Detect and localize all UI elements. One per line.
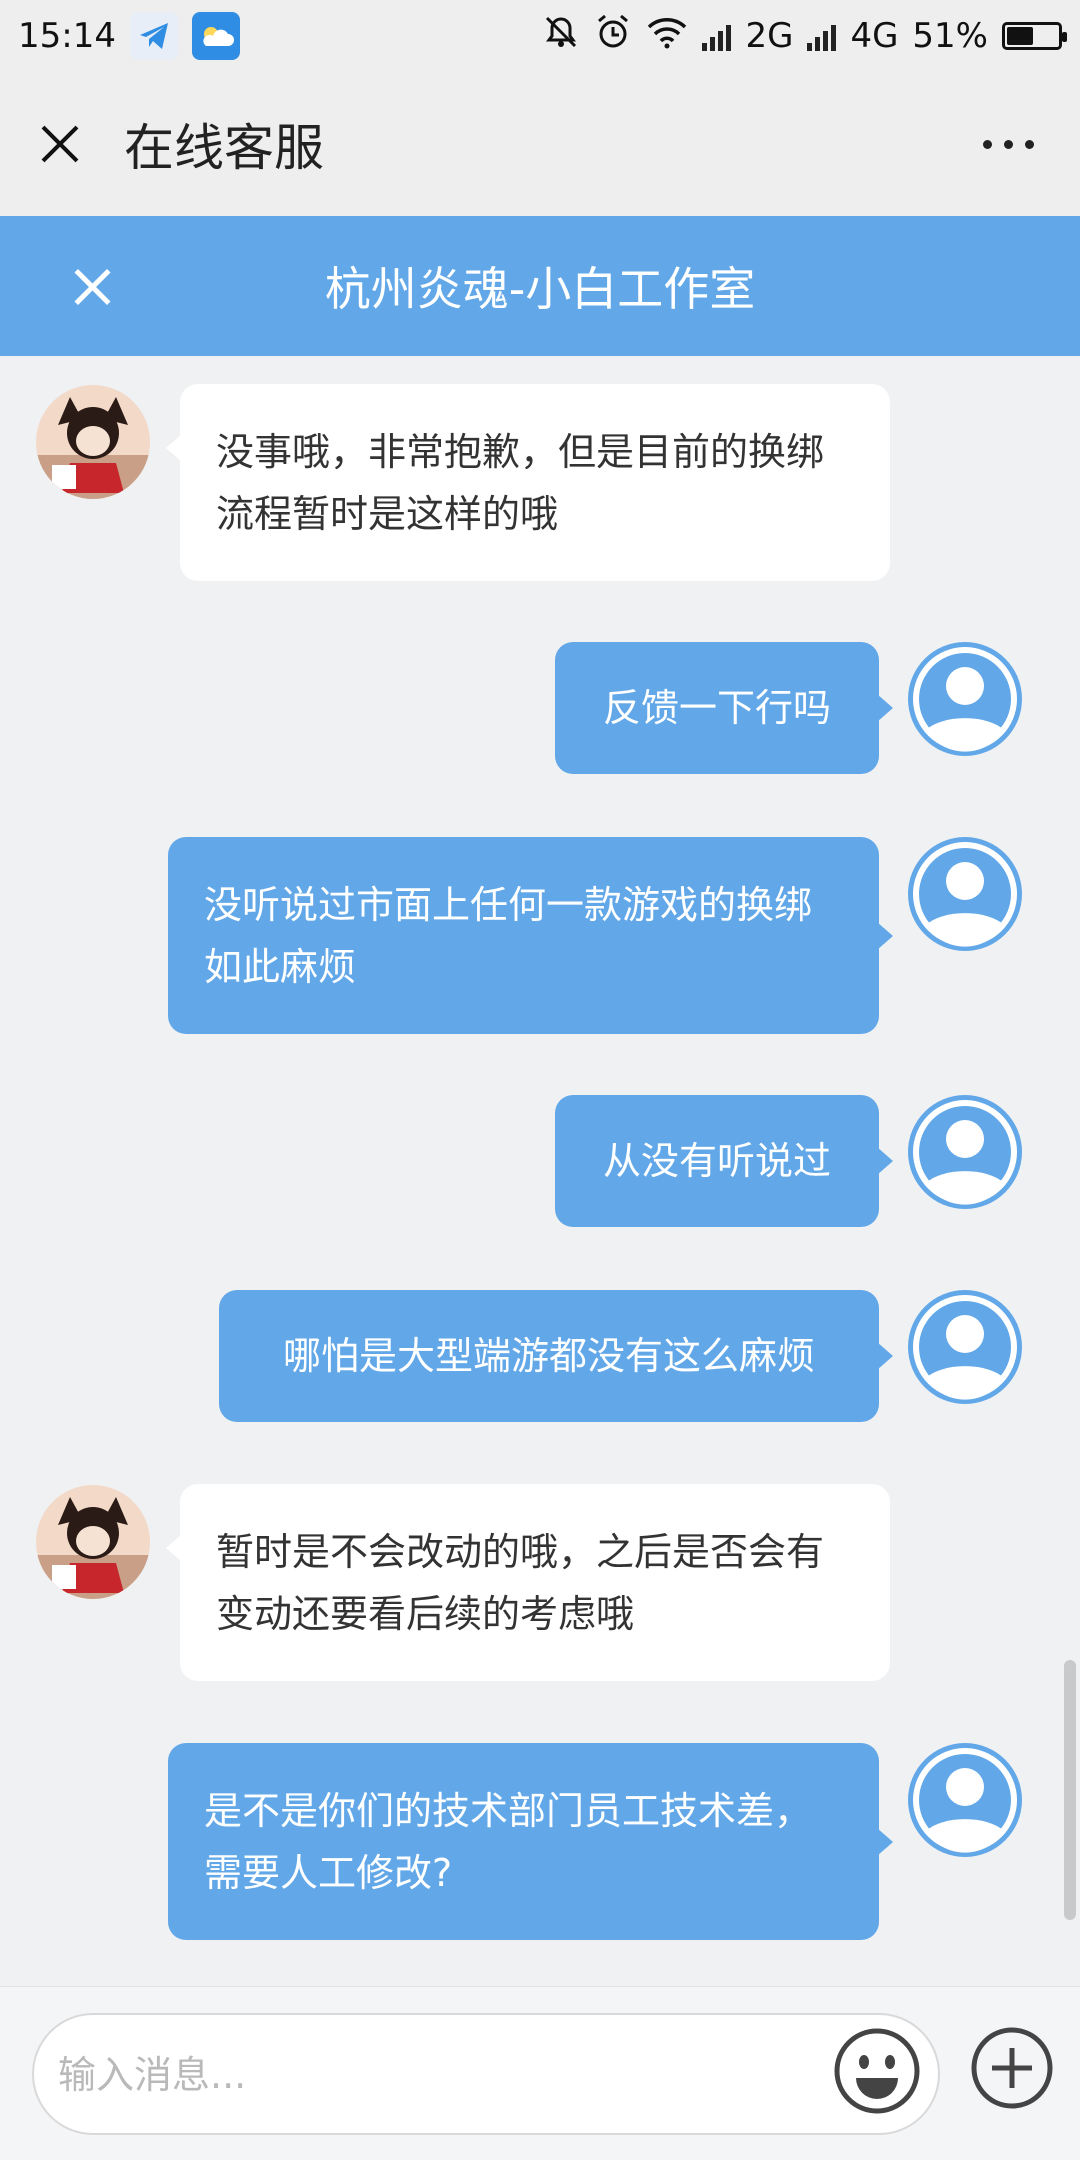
message-list[interactable]: 没事哦，非常抱歉，但是目前的换绑流程暂时是这样的哦 反馈一下行吗 没听说过市面上…	[0, 356, 1080, 1986]
network-4g-label: 4G	[850, 16, 899, 56]
user-message-bubble: 没听说过市面上任何一款游戏的换绑如此麻烦	[168, 837, 893, 1034]
user-message-bubble: 反馈一下行吗	[555, 642, 893, 774]
signal-icon	[702, 21, 732, 51]
banner-close-icon[interactable]	[72, 266, 112, 306]
message-input-container[interactable]	[32, 2013, 940, 2135]
user-message-bubble: 是不是你们的技术部门员工技术差，需要人工修改?	[168, 1743, 893, 1940]
status-bar: 15:14 2G 4G 51%	[0, 0, 1080, 72]
user-message-bubble: 哪怕是大型端游都没有这么麻烦	[219, 1290, 893, 1422]
alarm-icon	[594, 13, 632, 60]
agent-message-bubble: 没事哦，非常抱歉，但是目前的换绑流程暂时是这样的哦	[166, 384, 890, 581]
chat-scrollbar[interactable]	[1064, 1660, 1076, 1920]
agent-avatar[interactable]	[36, 1485, 150, 1599]
emoji-icon[interactable]	[832, 2026, 922, 2116]
message-input[interactable]	[58, 2035, 838, 2115]
message-text: 哪怕是大型端游都没有这么麻烦	[282, 1334, 815, 1378]
message-text: 从没有听说过	[602, 1139, 831, 1183]
network-2g-label: 2G	[745, 16, 794, 56]
user-avatar[interactable]	[908, 1095, 1022, 1209]
message-text: 没事哦，非常抱歉，但是目前的换绑流程暂时是这样的哦	[216, 429, 825, 536]
user-avatar[interactable]	[908, 642, 1022, 756]
agent-message-bubble: 暂时是不会改动的哦，之后是否会有变动还要看后续的考虑哦	[166, 1484, 890, 1681]
mute-icon	[542, 13, 580, 60]
chat-screen: 15:14 2G 4G 51% 在线客服 杭州炎魂-小白工作室 没事哦，非常抱歉…	[0, 0, 1080, 2160]
agent-avatar[interactable]	[36, 385, 150, 499]
status-time: 15:14	[18, 16, 116, 56]
shop-banner: 杭州炎魂-小白工作室	[0, 216, 1080, 356]
top-navigation-bar: 在线客服	[0, 72, 1080, 216]
wifi-icon	[646, 15, 688, 58]
close-icon[interactable]	[36, 120, 84, 168]
user-message-bubble: 从没有听说过	[555, 1095, 893, 1227]
message-text: 暂时是不会改动的哦，之后是否会有变动还要看后续的考虑哦	[216, 1529, 825, 1636]
battery-icon	[1002, 22, 1067, 50]
user-avatar[interactable]	[908, 1743, 1022, 1857]
signal-icon-2	[807, 21, 837, 51]
telegram-app-icon	[129, 12, 178, 60]
add-attachment-icon[interactable]	[970, 2026, 1054, 2110]
battery-level-fill	[1007, 27, 1033, 45]
message-text: 是不是你们的技术部门员工技术差，需要人工修改?	[204, 1788, 813, 1895]
more-icon[interactable]	[973, 130, 1044, 159]
battery-percent: 51%	[912, 16, 988, 56]
user-avatar[interactable]	[908, 837, 1022, 951]
message-text: 反馈一下行吗	[602, 686, 831, 730]
user-avatar[interactable]	[908, 1290, 1022, 1404]
banner-title: 杭州炎魂-小白工作室	[324, 262, 756, 316]
page-title: 在线客服	[124, 119, 324, 177]
message-text: 没听说过市面上任何一款游戏的换绑如此麻烦	[204, 882, 813, 989]
weather-app-icon	[191, 12, 240, 60]
